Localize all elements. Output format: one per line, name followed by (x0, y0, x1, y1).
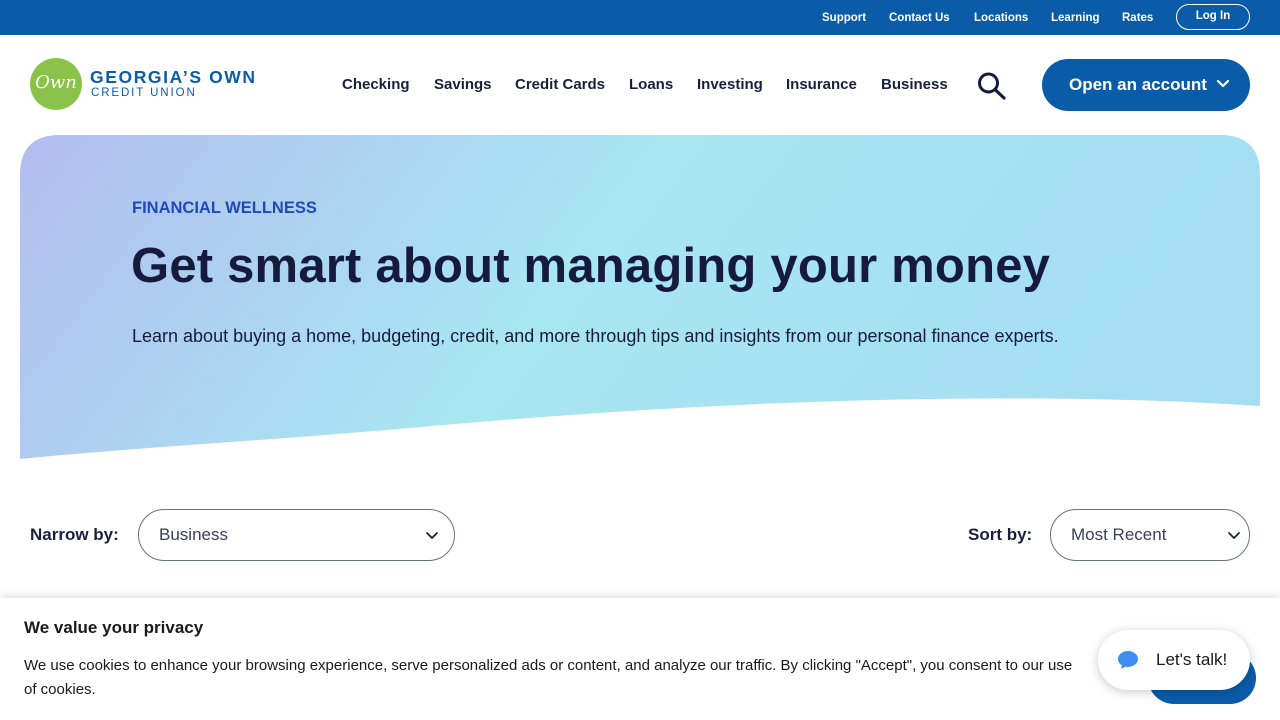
chevron-down-icon (1228, 532, 1240, 539)
search-icon[interactable] (976, 71, 1008, 101)
sort-by-value: Most Recent (1071, 525, 1167, 544)
logo-mark-text: Own (35, 72, 77, 93)
nav-item-savings[interactable]: Savings (434, 76, 492, 93)
chevron-down-icon (1216, 79, 1230, 88)
nav-item-checking[interactable]: Checking (342, 76, 410, 93)
narrow-by-value: Business (159, 525, 228, 544)
cookie-text: We use cookies to enhance your browsing … (24, 657, 1073, 698)
nav-item-loans[interactable]: Loans (629, 76, 673, 93)
chat-label: Let's talk! (1156, 650, 1228, 669)
nav-item-insurance[interactable]: Insurance (786, 76, 857, 93)
hero-banner: FINANCIAL WELLNESS Get smart about manag… (20, 135, 1260, 460)
utility-link-locations[interactable]: Locations (974, 12, 1028, 24)
logo-title: GEORGIA’S OWN (90, 67, 257, 87)
utility-link-learning[interactable]: Learning (1051, 12, 1100, 24)
nav-item-investing[interactable]: Investing (697, 76, 763, 93)
cookie-title: We value your privacy (24, 618, 204, 637)
narrow-by-label: Narrow by: (30, 525, 119, 544)
utility-bar: Support Contact Us Locations Learning Ra… (0, 0, 1280, 35)
open-account-button[interactable]: Open an account (1042, 59, 1250, 111)
hero-eyebrow: FINANCIAL WELLNESS (132, 199, 317, 217)
nav-item-business[interactable]: Business (881, 76, 948, 93)
chevron-down-icon (426, 532, 438, 539)
cookie-banner: We value your privacy We use cookies to … (0, 598, 1280, 720)
logo-mark: Own (30, 58, 82, 110)
login-button[interactable]: Log In (1176, 4, 1250, 30)
utility-link-contact-us[interactable]: Contact Us (889, 12, 950, 24)
chat-bubble-icon (1118, 651, 1138, 669)
open-account-label: Open an account (1069, 75, 1207, 94)
chat-bubble[interactable]: Let's talk! (1098, 630, 1250, 690)
logo-subtitle: CREDIT UNION (91, 87, 197, 99)
main-header: Own GEORGIA’S OWN CREDIT UNION Checking … (0, 35, 1280, 135)
page-title: Get smart about managing your money (131, 239, 1051, 293)
hero-description: Learn about buying a home, budgeting, cr… (132, 326, 1059, 346)
nav-item-credit-cards[interactable]: Credit Cards (515, 76, 605, 93)
hero-background (20, 135, 1260, 459)
sort-by-label: Sort by: (968, 525, 1033, 544)
utility-link-support[interactable]: Support (822, 12, 866, 24)
narrow-by-select[interactable]: Business (138, 509, 455, 561)
sort-by-select[interactable]: Most Recent (1050, 509, 1250, 561)
utility-link-rates[interactable]: Rates (1122, 12, 1153, 24)
